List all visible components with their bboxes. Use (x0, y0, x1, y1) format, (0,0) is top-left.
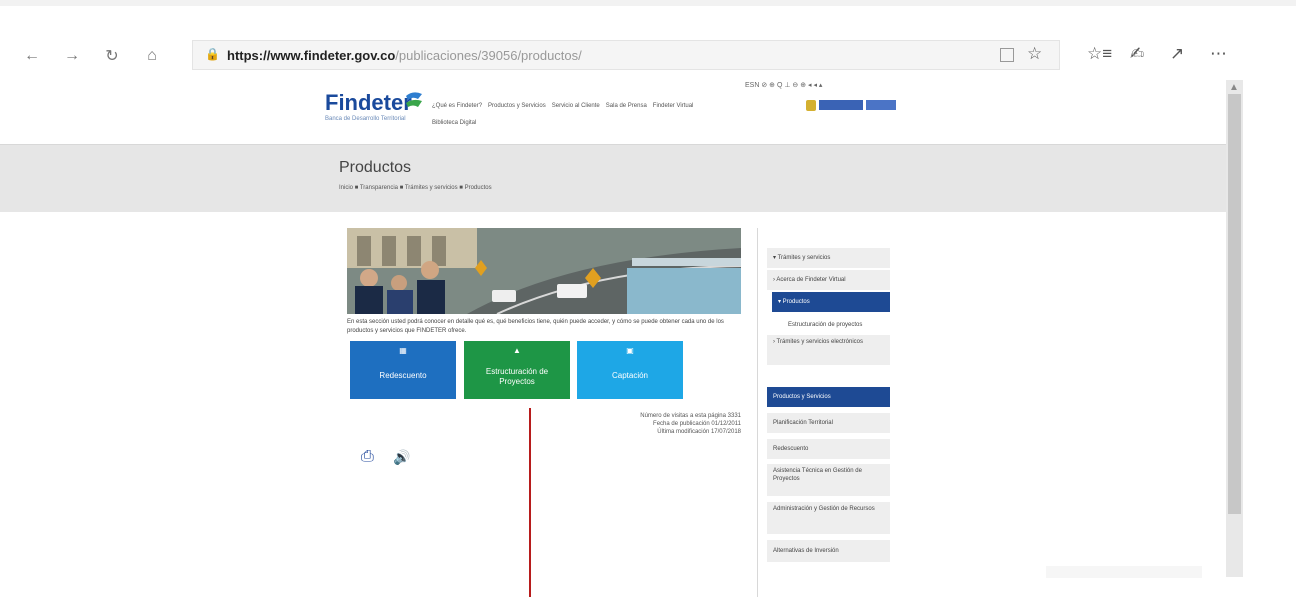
page-viewport: Findeter Banca de Desarrollo Territorial… (0, 80, 1226, 597)
sidebar-item-tramites[interactable]: ▾ Trámites y servicios (767, 248, 890, 268)
address-bar[interactable]: 🔒 https://www.findeter.gov.co/publicacio… (192, 40, 1060, 70)
faded-panel (1046, 566, 1202, 578)
sidebar-item-planificacion[interactable]: Planificación Territorial (767, 413, 890, 433)
sidebar-item-alternativas[interactable]: Alternativas de Inversión (767, 540, 890, 562)
money-icon: ▦ (399, 346, 407, 355)
share-icon[interactable]: ↗ (1170, 44, 1184, 64)
annotation-line (529, 408, 531, 597)
reading-view-icon[interactable] (1000, 48, 1014, 62)
print-icon[interactable]: ⎙ (361, 448, 374, 466)
tile-label: Estructuración de Proyectos (485, 367, 549, 386)
intro-text: En esta sección usted podrá conocer en d… (347, 319, 724, 334)
url-text[interactable]: https://www.findeter.gov.co/publicacione… (227, 48, 582, 63)
tile-estructuracion[interactable]: ▲ Estructuración de Proyectos (464, 341, 570, 399)
savings-icon: ▣ (626, 346, 634, 355)
title-band: Productos Inicio ■ Transparencia ■ Trámi… (0, 144, 1226, 212)
main-nav: ¿Qué es Findeter? Productos y Servicios … (432, 103, 693, 109)
nav-biblioteca[interactable]: Biblioteca Digital (432, 120, 476, 126)
banner-image (347, 228, 741, 314)
nav-que-es[interactable]: ¿Qué es Findeter? (432, 103, 482, 109)
back-icon[interactable]: ← (20, 44, 44, 68)
title-strip (0, 0, 1296, 6)
findeter-logo[interactable]: Findeter (325, 90, 412, 116)
publish-date: Fecha de publicación 01/12/2011 (653, 421, 741, 427)
page-meta: Número de visitas a esta página 3331 Fec… (560, 412, 741, 436)
tile-label: Captación (611, 371, 649, 380)
nav-findeter-virtual[interactable]: Findeter Virtual (653, 103, 694, 109)
gov-bar-2 (866, 100, 896, 110)
lock-icon: 🔒 (205, 47, 220, 61)
visit-count: Número de visitas a esta página 3331 (640, 413, 741, 419)
accessibility-toolbar[interactable]: ESN ⊘ ⊕ Q ⊥ ⊖ ⊕ ◂ ◂ ▴ (745, 81, 822, 89)
sidebar-item-administracion[interactable]: Administración y Gestión de Recursos (767, 502, 890, 534)
speaker-icon[interactable]: 🔊 (393, 449, 410, 466)
site-header: Findeter Banca de Desarrollo Territorial… (0, 80, 1226, 144)
url-host: https://www.findeter.gov.co (227, 48, 396, 63)
refresh-icon[interactable]: ↻ (100, 44, 124, 68)
findeter-logo-icon (406, 92, 422, 107)
sidebar-divider (757, 228, 758, 597)
forward-icon[interactable]: → (60, 44, 84, 68)
more-icon[interactable]: ⋯ (1210, 44, 1227, 64)
sidebar-item-estructuracion[interactable]: Estructuración de proyectos (782, 316, 890, 334)
logo-subtitle: Banca de Desarrollo Territorial (325, 116, 406, 122)
favorites-list-icon[interactable]: ☆≡ (1087, 44, 1112, 64)
structure-icon: ▲ (513, 346, 521, 355)
url-path: /publicaciones/39056/productos/ (395, 48, 582, 63)
scroll-up-icon[interactable]: ▲ (1229, 82, 1239, 93)
gov-bar-1 (819, 100, 863, 110)
browser-chrome: ← → ↻ ⌂ 🔒 https://www.findeter.gov.co/pu… (0, 0, 1296, 80)
nav-servicio-cliente[interactable]: Servicio al Cliente (552, 103, 600, 109)
nav-productos[interactable]: Productos y Servicios (488, 103, 546, 109)
tile-captacion[interactable]: ▣ Captación (577, 341, 683, 399)
sidebar-item-tramites-electronicos[interactable]: › Trámites y servicios electrónicos (767, 335, 890, 365)
pen-icon[interactable]: ✍ (1130, 44, 1144, 64)
sidebar-item-redescuento[interactable]: Redescuento (767, 439, 890, 459)
home-icon[interactable]: ⌂ (140, 44, 164, 68)
sidebar-header-productos-servicios[interactable]: Productos y Servicios (767, 387, 890, 407)
tile-redescuento[interactable]: ▦ Redescuento (350, 341, 456, 399)
tile-label: Redescuento (379, 371, 427, 380)
nav-sala-prensa[interactable]: Sala de Prensa (606, 103, 647, 109)
sidebar-item-productos[interactable]: ▾ Productos (772, 292, 890, 312)
vertical-scrollbar[interactable]: ▲ (1226, 80, 1243, 577)
government-badge (806, 98, 898, 112)
breadcrumb[interactable]: Inicio ■ Transparencia ■ Trámites y serv… (339, 185, 492, 191)
sidebar-item-findeter-virtual[interactable]: › Acerca de Findeter Virtual (767, 270, 890, 290)
accessibility-tools[interactable]: ESN ⊘ ⊕ Q ⊥ ⊖ ⊕ ◂ ◂ ▴ (745, 81, 822, 89)
last-modified: Última modificación 17/07/2018 (657, 429, 741, 435)
coat-of-arms-icon (806, 99, 816, 111)
favorite-star-icon[interactable]: ☆ (1027, 44, 1042, 64)
scroll-thumb[interactable] (1228, 94, 1241, 514)
page-title: Productos (339, 159, 412, 176)
sidebar-item-asistencia[interactable]: Asistencia Técnica en Gestión de Proyect… (767, 464, 890, 496)
